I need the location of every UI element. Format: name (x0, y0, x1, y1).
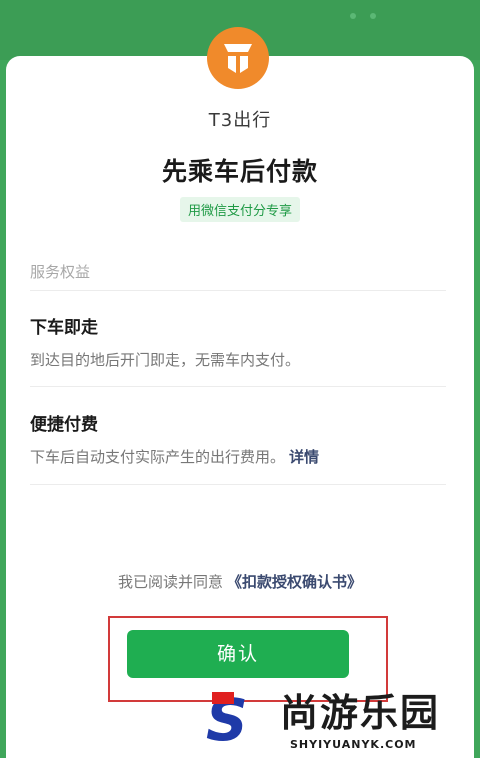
benefit-desc-text: 下车后自动支付实际产生的出行费用。 (30, 448, 286, 466)
t3-logo-icon (207, 27, 269, 89)
page-title: 先乘车后付款 (161, 157, 318, 186)
section-label-benefits: 服务权益 (30, 263, 91, 281)
agreement-text: 我已阅读并同意 (117, 573, 223, 591)
wechat-pay-score-badge: 用微信支付分专享 (179, 197, 300, 222)
divider (30, 484, 446, 485)
divider (30, 386, 446, 387)
watermark-red-accent (212, 692, 234, 704)
benefit-desc-convenient-pay: 下车后自动支付实际产生的出行费用。 详情 (30, 446, 319, 467)
benefit-title-convenient-pay: 便捷付费 (30, 415, 98, 435)
site-watermark: S 尚游乐园 SHYIYUANYK.COM (200, 688, 480, 758)
app-name: T3出行 (208, 110, 272, 131)
confirm-button[interactable]: 确认 (127, 630, 349, 678)
t3-logo-graphic (224, 44, 252, 73)
benefit-desc-instant-exit: 到达目的地后开门即走，无需车内支付。 (30, 351, 301, 369)
details-link[interactable]: 详情 (289, 448, 319, 466)
benefit-title-instant-exit: 下车即走 (30, 318, 98, 338)
watermark-domain: SHYIYUANYK.COM (290, 738, 417, 751)
watermark-site-name: 尚游乐园 (280, 691, 441, 735)
agreement-line: 我已阅读并同意 《扣款授权确认书》 (0, 571, 480, 592)
authorization-document-link[interactable]: 《扣款授权确认书》 (227, 573, 362, 591)
divider (30, 290, 446, 291)
status-dots (350, 4, 410, 19)
tag-container: 用微信支付分专享 (0, 197, 480, 222)
